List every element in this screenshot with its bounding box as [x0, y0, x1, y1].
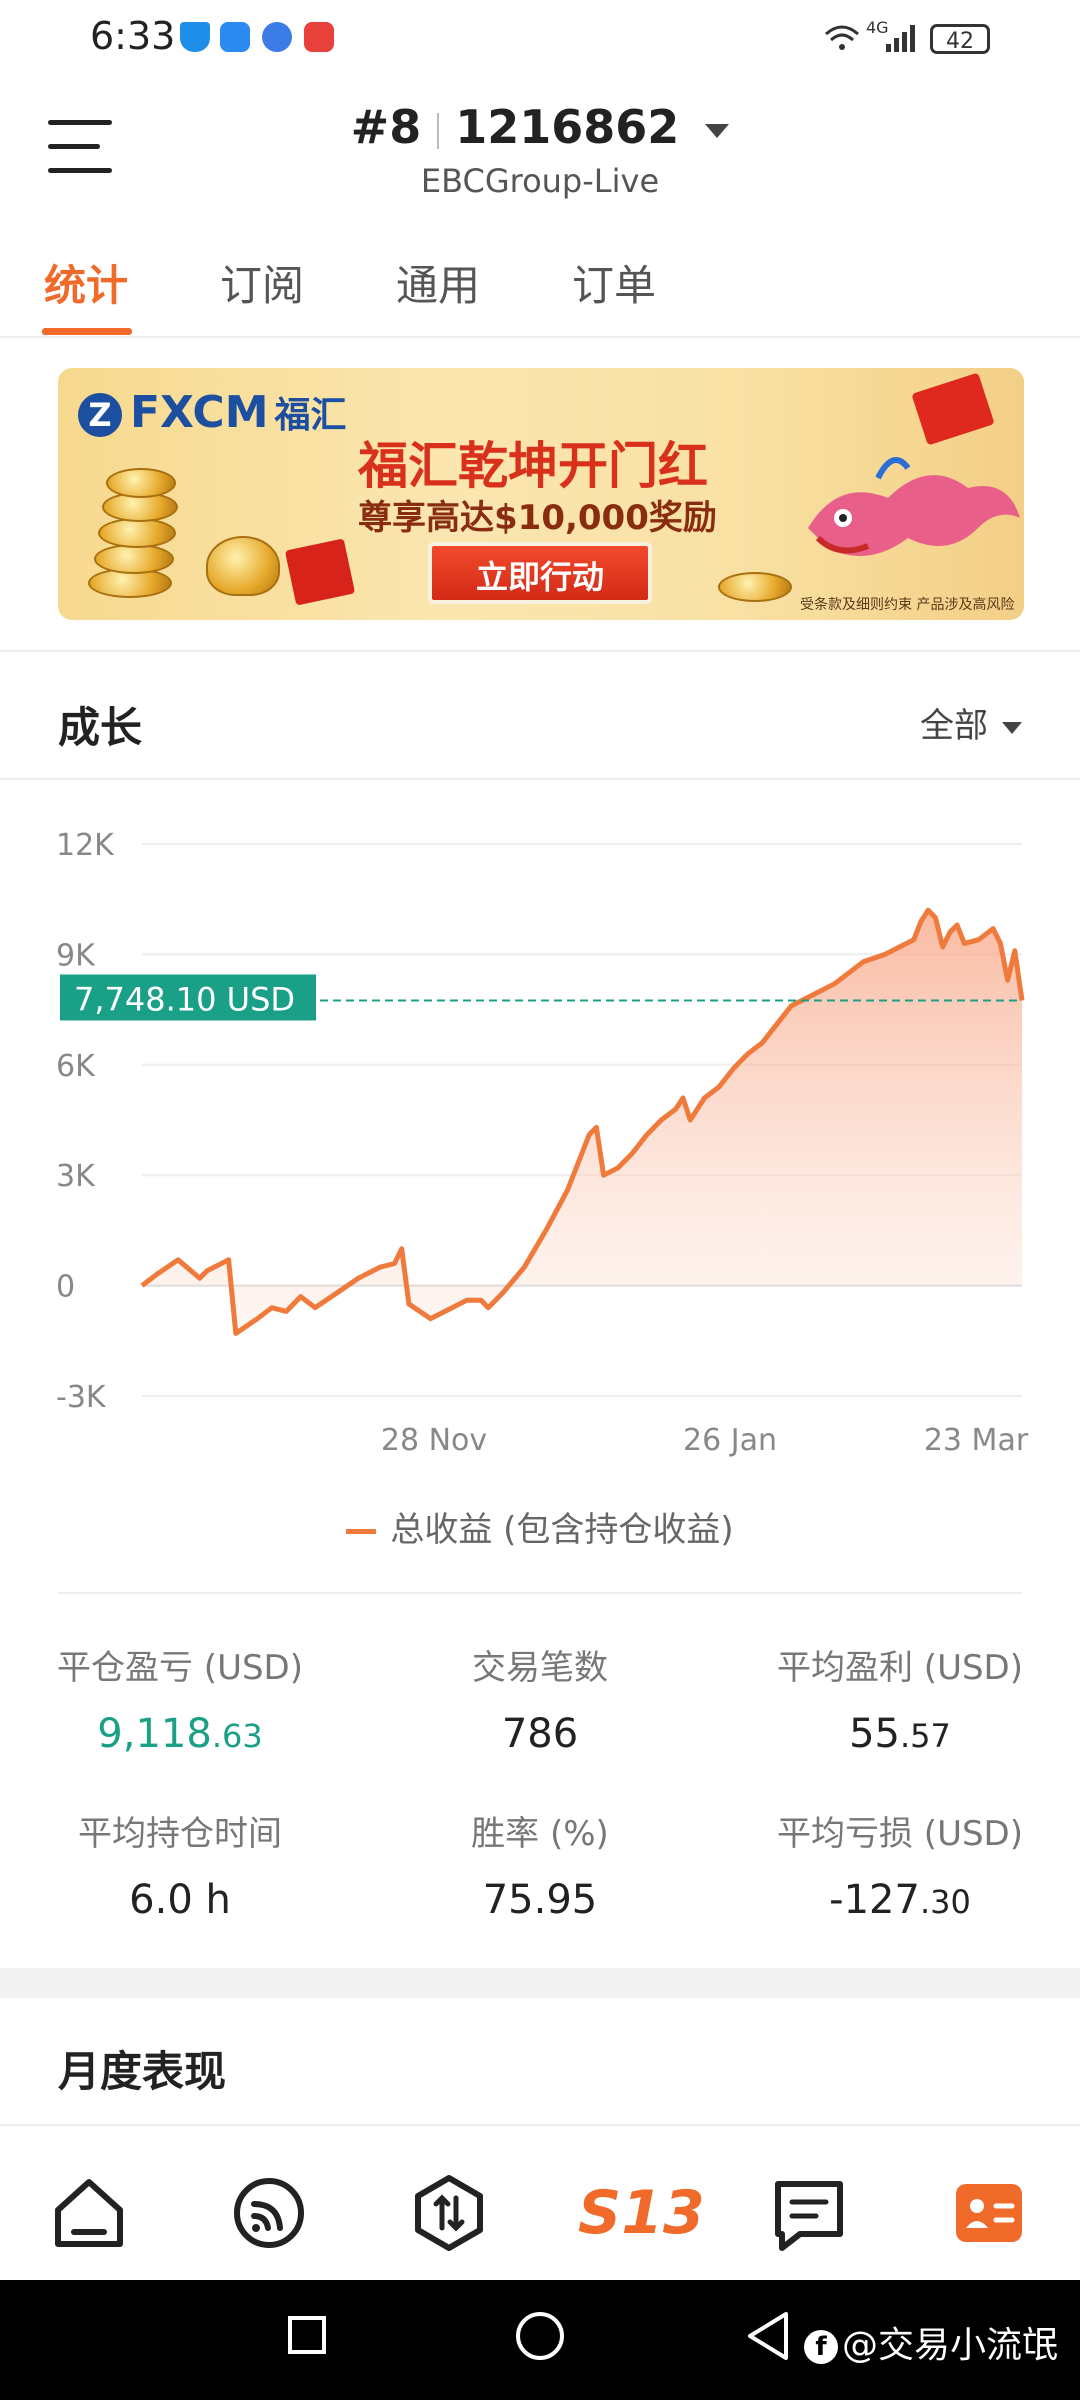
- recents-button[interactable]: [288, 2316, 326, 2354]
- legend-label: 总收益 (包含持仓收益): [390, 1510, 734, 1550]
- banner-disclaimer: 受条款及细则约束 产品涉及高风险: [800, 597, 1015, 613]
- account-server: EBCGroup-Live: [420, 162, 660, 200]
- chart-legend: 总收益 (包含持仓收益): [0, 1502, 1080, 1551]
- dropdown-icon: [705, 123, 730, 138]
- stat-closed-pnl: 平仓盈亏 (USD) 9,118.63: [0, 1640, 360, 1757]
- y-tick-label: 12K: [56, 828, 115, 863]
- stat-label: 平均亏损 (USD): [777, 1814, 1023, 1854]
- stat-win-rate: 胜率 (%) 75.95: [360, 1806, 720, 1923]
- back-button[interactable]: [744, 2310, 792, 2362]
- stat-label: 交易笔数: [472, 1648, 608, 1688]
- trade-icon[interactable]: [404, 2168, 494, 2258]
- chart-area-fill: [142, 910, 1022, 1334]
- red-envelope-icon: [284, 538, 356, 606]
- divider: [0, 336, 1080, 338]
- tab-statistics[interactable]: 统计: [44, 252, 128, 313]
- growth-chart[interactable]: 12K 9K 6K 3K 0 -3K 7,748.10 USD 28 Nov 26 Jan 2…: [0, 800, 1080, 1480]
- range-value: 全部: [920, 706, 988, 746]
- section-divider: [0, 778, 1080, 780]
- status-bar: 6:33 4G 42: [0, 0, 1080, 80]
- stat-value: 6.0 h: [129, 1877, 231, 1923]
- tab-subscriptions[interactable]: 订阅: [220, 252, 304, 313]
- banner-title: 福汇乾坤开门红: [358, 437, 708, 495]
- legend-swatch: [346, 1529, 377, 1534]
- stat-avg-profit: 平均盈利 (USD) 55.57: [720, 1640, 1080, 1757]
- y-tick-label: 0: [56, 1270, 75, 1305]
- fxcm-logo: Z FXCM 福汇: [78, 386, 347, 438]
- y-tick-label: 3K: [56, 1159, 96, 1194]
- account-selector[interactable]: #8 1216862: [0, 100, 1080, 154]
- cloud-app-icon: [220, 22, 250, 52]
- banner-cta-button[interactable]: 立即行动: [428, 542, 652, 604]
- s13-logo-icon[interactable]: S13: [578, 2168, 705, 2258]
- y-tick-label: 6K: [56, 1049, 96, 1084]
- current-value-label: 7,748.10 USD: [74, 980, 295, 1018]
- status-time: 6:33: [90, 14, 176, 58]
- wifi-icon: [825, 25, 859, 50]
- account-number: #8: [350, 100, 422, 154]
- profile-card-icon[interactable]: [944, 2168, 1034, 2258]
- current-value-badge: 7,748.10 USD: [60, 974, 316, 1021]
- facebook-icon: f: [803, 2330, 838, 2364]
- banner-subtitle: 尊享高达$10,000奖励: [358, 498, 717, 538]
- coin-icon: [94, 544, 174, 574]
- promo-banner[interactable]: Z FXCM 福汇 福汇乾坤开门红 尊享高达$10,000奖励 立即行动 受条款及细…: [58, 368, 1024, 620]
- coin-icon: [98, 518, 176, 548]
- section-separator: [0, 1968, 1080, 1998]
- stat-trade-count: 交易笔数 786: [360, 1640, 720, 1757]
- tab-orders[interactable]: 订单: [572, 252, 656, 313]
- tab-general[interactable]: 通用: [396, 252, 480, 313]
- stat-label: 平均持仓时间: [78, 1814, 282, 1854]
- y-tick-label: 9K: [56, 938, 96, 973]
- x-tick-label: 26 Jan: [683, 1423, 777, 1458]
- app-notification-icon: [304, 22, 334, 52]
- shield-icon: [180, 22, 210, 52]
- account-id: 1216862: [455, 100, 680, 154]
- gold-ingot-icon: [206, 536, 280, 596]
- stat-value: 55.57: [849, 1711, 951, 1757]
- stat-label: 胜率 (%): [471, 1814, 609, 1854]
- section-divider: [58, 1592, 1022, 1594]
- watermark: f @交易小流氓: [803, 2316, 1058, 2368]
- dragon-illustration-icon: [808, 457, 1020, 556]
- browser-icon: [262, 22, 292, 52]
- x-tick-label: 23 Mar: [924, 1423, 1029, 1458]
- active-tab-indicator: [42, 328, 132, 335]
- stat-label: 平均盈利 (USD): [777, 1648, 1023, 1688]
- signal-feed-icon[interactable]: [224, 2168, 314, 2258]
- monthly-section-title: 月度表现: [58, 2047, 227, 2096]
- stat-avg-hold-time: 平均持仓时间 6.0 h: [0, 1806, 360, 1923]
- stat-value: 786: [501, 1711, 579, 1757]
- home-button[interactable]: [516, 2312, 564, 2360]
- y-tick-label: -3K: [56, 1380, 107, 1415]
- growth-section-title: 成长: [58, 703, 143, 752]
- cell-signal-icon: [886, 25, 915, 52]
- red-envelope-icon: [911, 372, 995, 446]
- section-divider: [0, 650, 1080, 652]
- home-icon[interactable]: [44, 2168, 134, 2258]
- battery-indicator: 42: [930, 24, 990, 54]
- chevron-down-icon: [1002, 721, 1022, 734]
- bottom-nav: [0, 2126, 1080, 2280]
- stat-value: 9,118.63: [97, 1711, 263, 1757]
- coin-icon: [106, 468, 176, 498]
- stat-value: 75.95: [482, 1877, 598, 1923]
- stat-value: -127.30: [829, 1877, 971, 1923]
- coin-icon: [718, 572, 792, 602]
- stat-avg-loss: 平均亏损 (USD) -127.30: [720, 1806, 1080, 1923]
- message-icon[interactable]: [764, 2168, 854, 2258]
- stat-label: 平仓盈亏 (USD): [57, 1648, 303, 1688]
- x-tick-label: 28 Nov: [381, 1423, 487, 1458]
- range-dropdown[interactable]: 全部: [920, 698, 1022, 747]
